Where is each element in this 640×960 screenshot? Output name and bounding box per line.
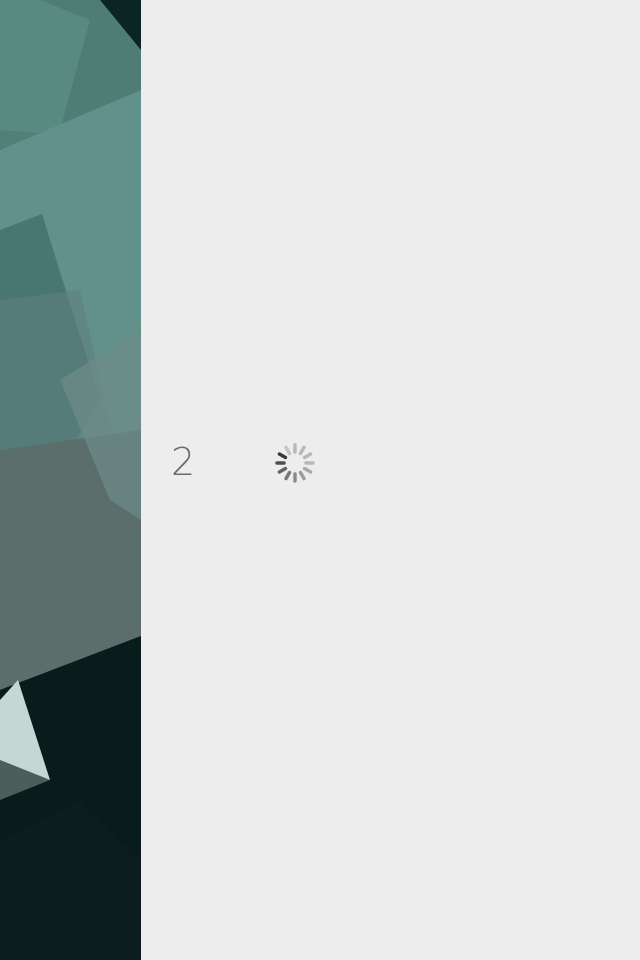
step-number: 2: [171, 440, 195, 484]
loading-spinner-icon: [274, 442, 316, 484]
wallpaper-art: [0, 0, 141, 960]
setup-content-area: 2: [141, 0, 640, 960]
wallpaper-panel: [0, 0, 141, 960]
